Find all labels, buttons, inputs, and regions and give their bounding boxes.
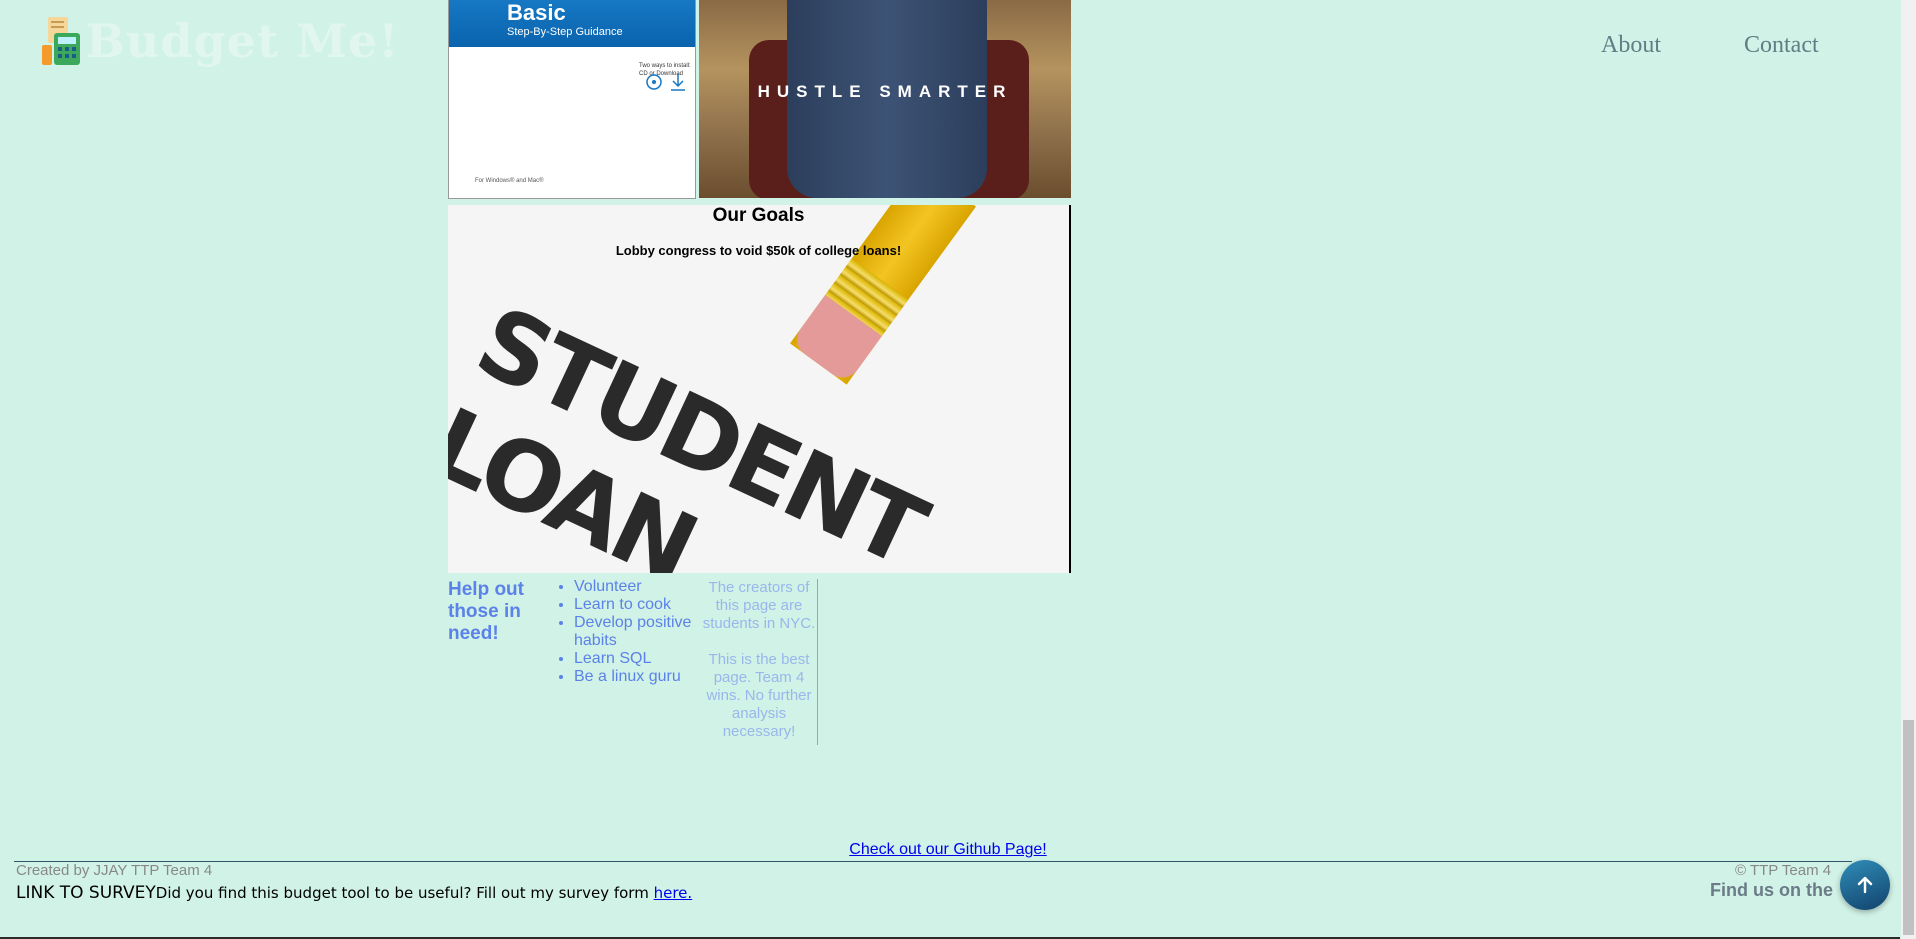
list-item: Volunteer (574, 578, 714, 596)
survey-text: Did you find this budget tool to be usef… (155, 884, 654, 902)
help-title: Help out those in need! (448, 579, 524, 644)
calculator-receipt-icon (40, 15, 84, 67)
list-item: Be a linux guru (574, 668, 714, 686)
list-item: Learn SQL (574, 650, 714, 668)
github-link[interactable]: Check out our Github Page! (0, 841, 1896, 859)
back-to-top-button[interactable] (1840, 860, 1890, 910)
created-by-text: Created by JJAY TTP Team 4 (16, 862, 213, 879)
copyright-text: © TTP Team 4 (1735, 862, 1832, 879)
help-list: Volunteer Learn to cook Develop positive… (556, 578, 714, 686)
arrow-up-icon (1857, 876, 1873, 894)
survey-label: LINK TO SURVEY (16, 883, 156, 903)
aside-text-best-page: This is the best page. Team 4 wins. No f… (706, 651, 812, 740)
student-loan-image-text: STUDENT LOAN (448, 285, 940, 573)
box-title: Basic (507, 0, 566, 25)
site-logo[interactable]: Budget Me! (40, 14, 400, 68)
vertical-scrollbar[interactable] (1901, 0, 1916, 939)
nav-about-link[interactable]: About (1601, 32, 1661, 59)
cd-download-icon (644, 72, 688, 101)
aside-text-creators: The creators of this page are students i… (702, 579, 816, 632)
goals-text: Lobby congress to void $50k of college l… (615, 243, 902, 258)
site-name: Budget Me! (86, 14, 400, 68)
survey-link[interactable]: here. (654, 884, 693, 902)
box-subtitle: Step-By-Step Guidance (507, 26, 623, 38)
book-title: HUSTLE SMARTER (757, 82, 1013, 101)
goals-section: Our Goals Lobby congress to void $50k of… (448, 205, 1071, 573)
box-footer: For Windows® and Mac® (475, 178, 544, 184)
footer-divider (14, 861, 1852, 862)
pencil-eraser-icon (790, 205, 976, 385)
list-item: Learn to cook (574, 596, 714, 614)
software-box-image: Basic Step-By-Step Guidance Two ways to … (448, 0, 696, 199)
list-item: Develop positive habits (574, 614, 714, 650)
scrollbar-thumb[interactable] (1903, 720, 1914, 935)
goals-title: Our Goals (712, 205, 805, 226)
aside-note: The creators of this page are students i… (701, 579, 818, 745)
survey-line: LINK TO SURVEYDid you find this budget t… (16, 883, 692, 903)
hustle-smarter-book-image: HUSTLE SMARTER (699, 0, 1071, 198)
nav-contact-link[interactable]: Contact (1744, 32, 1819, 59)
find-us-text: Find us on the (1710, 880, 1833, 900)
